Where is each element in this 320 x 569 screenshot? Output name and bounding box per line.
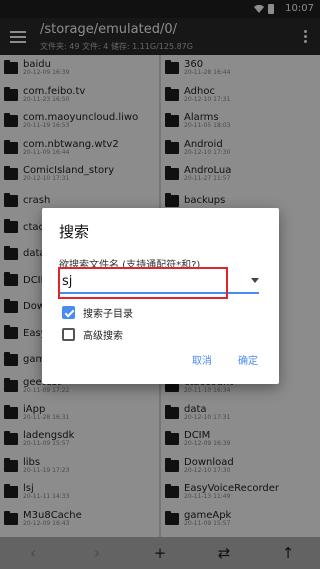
advanced-search-label: 高级搜索 <box>83 330 123 342</box>
advanced-search-checkbox[interactable] <box>62 327 75 341</box>
confirm-button[interactable]: 确定 <box>238 352 258 367</box>
highlight-box <box>58 267 228 299</box>
dialog-title: 搜索 <box>59 223 90 241</box>
search-subdir-checkbox[interactable] <box>62 305 75 319</box>
search-dialog: 搜索 欲搜索文件名 (支持通配符*和?) 搜索子目录 高级搜索 取消 确定 <box>42 208 279 384</box>
cancel-button[interactable]: 取消 <box>192 352 212 367</box>
search-subdir-label: 搜索子目录 <box>83 308 133 320</box>
advanced-search-option[interactable]: 高级搜索 <box>62 326 123 342</box>
history-dropdown-icon[interactable] <box>251 278 259 283</box>
search-subdir-option[interactable]: 搜索子目录 <box>62 304 133 320</box>
